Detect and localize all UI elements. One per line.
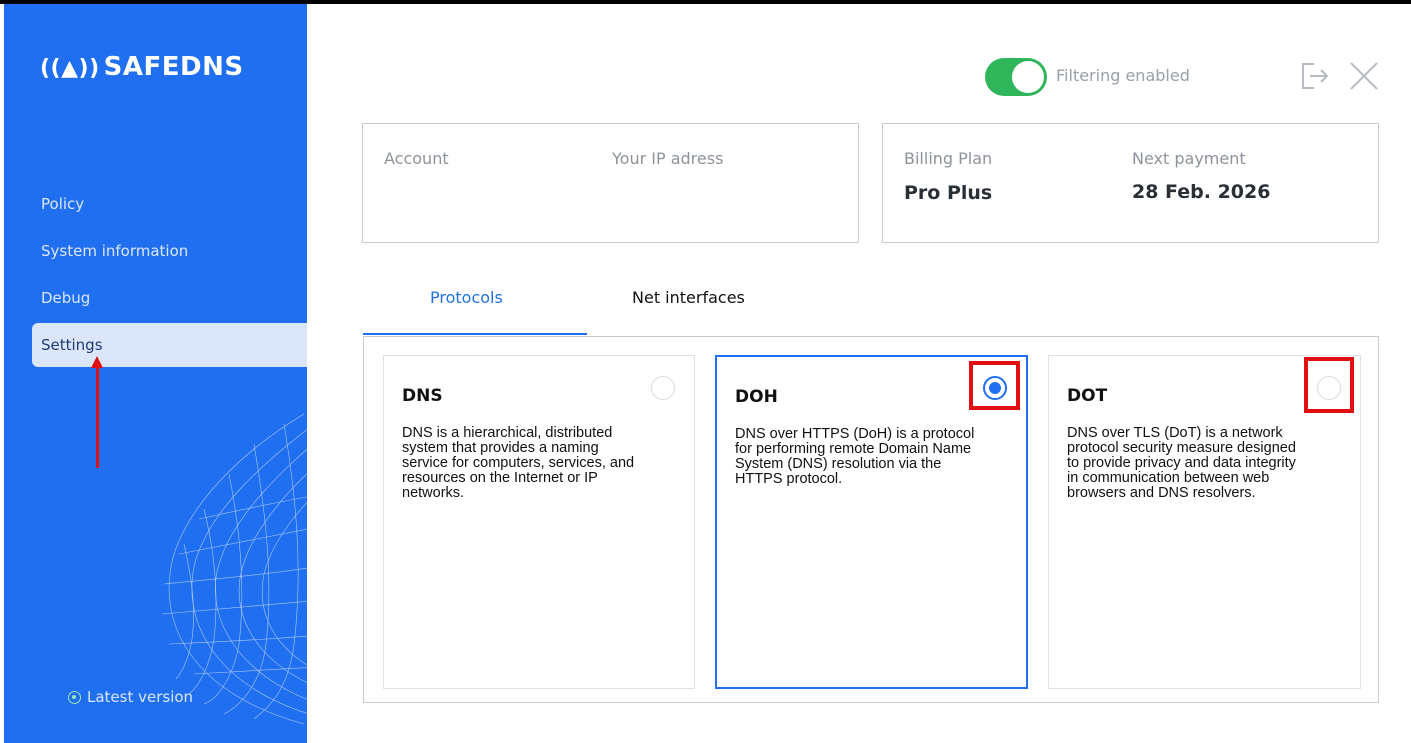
protocol-title: DNS	[402, 386, 443, 406]
annotation-arrow	[96, 362, 99, 468]
billing-plan-label: Billing Plan	[904, 149, 993, 168]
annotation-highlight-box	[969, 361, 1020, 410]
sidebar-nav: Policy System information Debug Settings	[32, 182, 307, 370]
account-label: Account	[384, 149, 449, 168]
active-tab-indicator	[363, 333, 587, 335]
billing-plan-value: Pro Plus	[904, 182, 993, 204]
ip-address-label: Your IP adress	[612, 149, 724, 168]
protocol-description: DNS is a hierarchical, distributed syste…	[402, 425, 635, 501]
wireframe-globe-decoration	[161, 413, 307, 724]
protocol-title: DOH	[735, 387, 778, 407]
logo-text: SAFEDNS	[103, 52, 244, 82]
radio-dns[interactable]	[651, 376, 675, 400]
version-status-label: Latest version	[87, 688, 194, 706]
sidebar: ((▲)) SAFEDNS Policy System information D…	[4, 4, 307, 743]
protocol-title: DOT	[1067, 386, 1108, 406]
annotation-highlight-box	[1304, 357, 1354, 413]
account-card: Account Your IP adress	[362, 123, 859, 243]
filtering-label: Filtering enabled	[1056, 66, 1190, 85]
sidebar-item-settings[interactable]: Settings	[32, 323, 307, 367]
safedns-logo-icon: ((▲))	[40, 56, 100, 81]
close-icon[interactable]	[1348, 60, 1380, 92]
sidebar-item-system-information[interactable]: System information	[32, 229, 307, 273]
sidebar-item-debug[interactable]: Debug	[32, 276, 307, 320]
protocol-card-dns[interactable]: DNS DNS is a hierarchical, distributed s…	[383, 355, 695, 689]
version-status: Latest version	[68, 688, 193, 706]
logout-icon[interactable]	[1300, 62, 1330, 90]
next-payment-value: 28 Feb. 2026	[1132, 181, 1271, 203]
filtering-toggle[interactable]	[985, 58, 1047, 96]
status-dot-icon	[68, 690, 81, 704]
protocol-description: DNS over HTTPS (DoH) is a protocol for p…	[735, 426, 975, 487]
tab-net-interfaces[interactable]: Net interfaces	[632, 288, 745, 307]
sidebar-item-policy[interactable]: Policy	[32, 182, 307, 226]
protocol-description: DNS over TLS (DoT) is a network protocol…	[1067, 425, 1296, 501]
tab-protocols[interactable]: Protocols	[430, 288, 503, 307]
toggle-knob	[1012, 61, 1044, 93]
app-logo: ((▲)) SAFEDNS	[40, 52, 244, 82]
billing-card: Billing Plan Pro Plus Next payment 28 Fe…	[882, 123, 1379, 243]
next-payment-label: Next payment	[1132, 149, 1246, 168]
